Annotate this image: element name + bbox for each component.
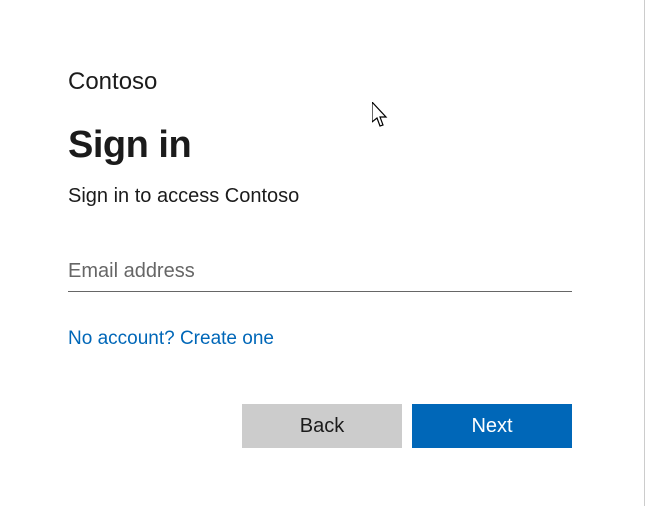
signin-card: Contoso Sign in Sign in to access Contos…: [0, 0, 640, 448]
button-row: Back Next: [68, 404, 572, 448]
email-field[interactable]: [68, 256, 572, 292]
back-button[interactable]: Back: [242, 404, 402, 448]
page-title: Sign in: [68, 124, 572, 167]
create-account-link[interactable]: No account? Create one: [68, 328, 274, 350]
page-subtitle: Sign in to access Contoso: [68, 185, 572, 208]
org-name: Contoso: [68, 68, 572, 96]
next-button[interactable]: Next: [412, 404, 572, 448]
